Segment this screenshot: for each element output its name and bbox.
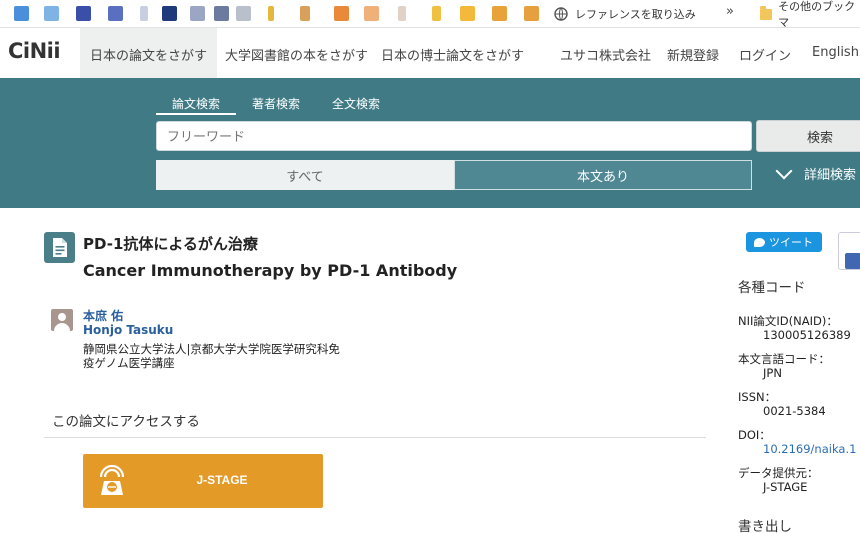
document-icon [44, 232, 75, 263]
bookmark-favicon-1[interactable] [14, 6, 29, 21]
naid-value: 130005126389 [763, 328, 851, 342]
bookmark-readinglist[interactable]: レファレンスを取り込み [554, 4, 696, 24]
tweet-button[interactable]: ツイート [746, 232, 822, 252]
author-name-en[interactable]: Honjo Tasuku [83, 323, 173, 337]
nav-books[interactable]: 大学図書館の本をさがす [225, 45, 368, 64]
affiliation-line-1: 静岡県公立大学法人|京都大学大学院医学研究科免 [83, 342, 340, 356]
bookmark-favicon-17[interactable] [492, 6, 507, 21]
jstage-label: J-STAGE [196, 473, 248, 487]
bookmark-favicon-5[interactable] [140, 6, 148, 21]
chevron-down-icon [775, 162, 793, 179]
bookmark-other-folder[interactable]: その他のブックマ [760, 0, 860, 29]
search-input[interactable] [156, 121, 752, 151]
nav-login[interactable]: ログイン [739, 45, 791, 64]
bookmark-favicon-12[interactable] [334, 6, 349, 21]
globe-icon [554, 7, 568, 21]
bookmarks-overflow-chevron[interactable]: » [726, 4, 734, 19]
filter-fulltext[interactable]: 本文あり [454, 160, 752, 190]
bookmark-favicon-11[interactable] [300, 6, 310, 21]
nav-register[interactable]: 新規登録 [667, 45, 719, 64]
bookmark-favicon-15[interactable] [432, 6, 441, 21]
advanced-search-toggle[interactable]: 詳細検索 [775, 162, 857, 183]
jstage-button[interactable]: J-STAGE [83, 454, 323, 508]
access-heading: この論文にアクセスする [52, 414, 200, 430]
tab-author-search[interactable]: 著者検索 [252, 95, 300, 112]
search-band: 論文検索 著者検索 全文検索 検索 すべて 本文あり 詳細検索 [0, 78, 860, 208]
bookmark-readinglist-label: レファレンスを取り込み [575, 8, 696, 21]
nav-org[interactable]: ユサコ株式会社 [560, 45, 651, 64]
author-name-ja[interactable]: 本庶 佑 [83, 307, 123, 324]
article-title-en: Cancer Immunotherapy by PD-1 Antibody [83, 261, 458, 280]
bookmark-favicon-9[interactable] [236, 6, 251, 21]
naid-label: NII論文ID(NAID)： [738, 314, 838, 328]
bookmark-favicon-8[interactable] [214, 6, 229, 21]
language-code-value: JPN [763, 366, 782, 380]
nav-dissertations[interactable]: 日本の博士論文をさがす [381, 45, 524, 64]
bookmark-favicon-4[interactable] [108, 6, 123, 21]
bookmark-favicon-2[interactable] [44, 6, 59, 21]
bookmark-other-label: その他のブックマ [778, 0, 856, 29]
search-button[interactable]: 検索 [756, 120, 860, 152]
filter-all[interactable]: すべて [156, 160, 454, 190]
folder-icon [760, 5, 773, 20]
bookmark-favicon-7[interactable] [190, 6, 205, 21]
tab-article-search[interactable]: 論文検索 [172, 95, 220, 112]
issn-label: ISSN： [738, 390, 777, 404]
nav-english[interactable]: English [812, 45, 859, 60]
site-header: CiNii 日本の論文をさがす 大学図書館の本をさがす 日本の博士論文をさがす … [0, 28, 860, 78]
provider-value: J-STAGE [763, 480, 808, 494]
article-title-ja: PD-1抗体によるがん治療 [83, 235, 258, 253]
nav-articles[interactable]: 日本の論文をさがす [80, 28, 218, 78]
bookmark-favicon-18[interactable] [524, 6, 539, 21]
tweet-label: ツイート [769, 236, 813, 249]
bookmarks-bar: レファレンスを取り込み » その他のブックマ [0, 0, 860, 29]
doi-label: DOI： [738, 428, 771, 442]
bookmark-favicon-13[interactable] [364, 6, 379, 21]
bookmark-favicon-10[interactable] [268, 6, 274, 21]
bookmark-favicon-6[interactable] [162, 6, 177, 21]
cinii-logo[interactable]: CiNii [8, 39, 61, 63]
doi-link[interactable]: 10.2169/naika.1 [763, 442, 856, 456]
bookmark-favicon-3[interactable] [76, 6, 91, 21]
provider-label: データ提供元： [738, 466, 819, 480]
issn-value: 0021-5384 [763, 404, 826, 418]
affiliation-line-2: 疫ゲノム医学講座 [83, 356, 175, 370]
author-affiliation: 静岡県公立大学法人|京都大学大学院医学研究科免 疫ゲノム医学講座 [83, 342, 383, 370]
thumbs-up-icon [845, 253, 860, 269]
bookmark-favicon-16[interactable] [460, 6, 475, 21]
author-avatar-icon [51, 309, 73, 331]
advanced-search-label: 詳細検索 [804, 168, 857, 183]
facebook-like-button[interactable] [838, 232, 860, 270]
twitter-bird-icon [754, 237, 765, 247]
codes-heading: 各種コード [738, 280, 806, 296]
tab-active-underline [156, 113, 236, 115]
section-divider [44, 437, 706, 438]
bookmark-favicon-14[interactable] [398, 6, 406, 21]
export-heading: 書き出し [738, 519, 792, 533]
language-code-label: 本文言語コード： [738, 352, 830, 366]
tab-fulltext-search[interactable]: 全文検索 [332, 95, 380, 112]
